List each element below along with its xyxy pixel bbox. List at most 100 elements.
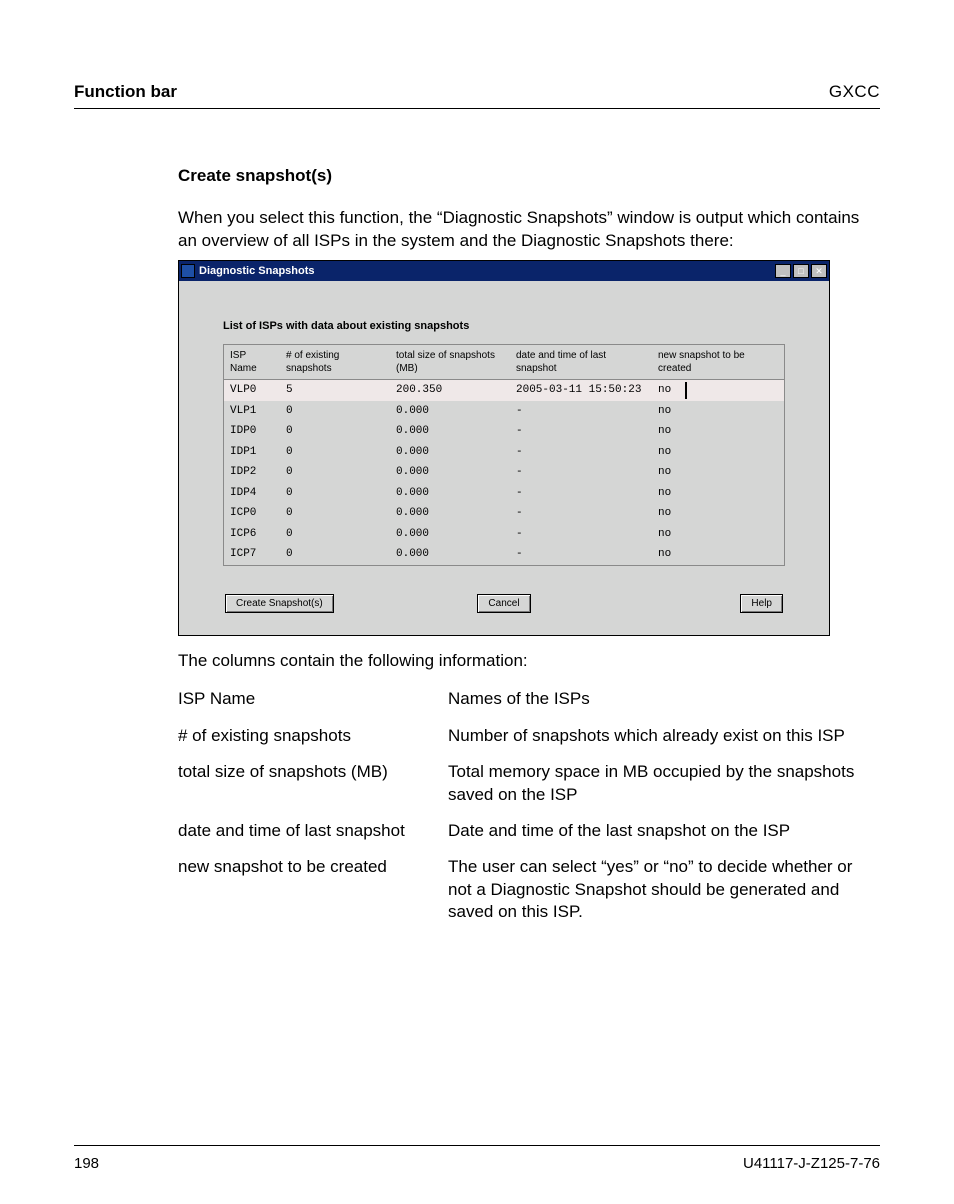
definition-description: Number of snapshots which already exist … (448, 725, 880, 747)
col-new: new snapshot to be created (652, 345, 784, 380)
cell-total-size: 0.000 (390, 401, 510, 422)
footer-rule (74, 1145, 880, 1146)
column-definitions: ISP NameNames of the ISPs# of existing s… (178, 688, 880, 924)
table-row[interactable]: IDP400.000-no (224, 483, 784, 504)
window-sysmenu-icon[interactable] (181, 264, 195, 278)
table-row[interactable]: VLP05200.3502005-03-11 15:50:23no (224, 380, 784, 401)
cell-existing-count: 0 (280, 544, 390, 565)
cell-new-snapshot-pad (686, 421, 784, 442)
columns-intro: The columns contain the following inform… (178, 650, 880, 672)
definition-row: date and time of last snapshotDate and t… (178, 820, 880, 842)
cell-isp-name: IDP4 (224, 483, 280, 504)
cell-existing-count: 0 (280, 442, 390, 463)
cell-last-datetime: - (510, 503, 652, 524)
table-row[interactable]: ICP000.000-no (224, 503, 784, 524)
running-head-right: GXCC (829, 82, 880, 102)
close-button[interactable]: ✕ (811, 264, 827, 278)
cell-total-size: 0.000 (390, 524, 510, 545)
cell-existing-count: 0 (280, 421, 390, 442)
cell-total-size: 0.000 (390, 503, 510, 524)
isp-table: ISP Name # of existing snapshots total s… (223, 344, 785, 566)
cell-last-datetime: - (510, 462, 652, 483)
table-row[interactable]: ICP700.000-no (224, 544, 784, 565)
cell-new-snapshot-pad (686, 524, 784, 545)
definition-description: Names of the ISPs (448, 688, 880, 710)
help-button[interactable]: Help (740, 594, 783, 613)
cell-new-snapshot-pad (686, 380, 784, 401)
maximize-button[interactable]: □ (793, 264, 809, 278)
table-row[interactable]: IDP000.000-no (224, 421, 784, 442)
cell-new-snapshot-pad (686, 544, 784, 565)
cell-new-snapshot[interactable]: no (652, 401, 686, 422)
cell-new-snapshot-pad (686, 462, 784, 483)
cell-total-size: 0.000 (390, 462, 510, 483)
cell-existing-count: 0 (280, 483, 390, 504)
table-row[interactable]: IDP200.000-no (224, 462, 784, 483)
cell-new-snapshot-pad (686, 401, 784, 422)
cell-isp-name: IDP1 (224, 442, 280, 463)
definition-row: total size of snapshots (MB)Total memory… (178, 761, 880, 806)
cell-isp-name: IDP0 (224, 421, 280, 442)
cell-new-snapshot[interactable]: no (652, 544, 686, 565)
cancel-button[interactable]: Cancel (477, 594, 530, 613)
minimize-button[interactable]: _ (775, 264, 791, 278)
cell-last-datetime: - (510, 524, 652, 545)
page-number: 198 (74, 1155, 99, 1172)
create-snapshot-button[interactable]: Create Snapshot(s) (225, 594, 334, 613)
cell-existing-count: 0 (280, 524, 390, 545)
cell-new-snapshot[interactable]: no (652, 503, 686, 524)
definition-term: # of existing snapshots (178, 725, 448, 747)
definition-term: ISP Name (178, 688, 448, 710)
cell-new-snapshot-pad (686, 483, 784, 504)
cell-isp-name: ICP0 (224, 503, 280, 524)
cell-new-snapshot[interactable]: no (652, 442, 686, 463)
section-title: Create snapshot(s) (178, 165, 880, 187)
col-existing: # of existing snapshots (280, 345, 390, 380)
header-rule (74, 108, 880, 109)
cell-isp-name: VLP0 (224, 380, 280, 401)
cell-new-snapshot[interactable]: no (652, 380, 686, 401)
definition-row: ISP NameNames of the ISPs (178, 688, 880, 710)
cell-new-snapshot[interactable]: no (652, 483, 686, 504)
running-head-left: Function bar (74, 82, 177, 102)
cell-existing-count: 0 (280, 401, 390, 422)
cell-last-datetime: - (510, 544, 652, 565)
cell-isp-name: ICP7 (224, 544, 280, 565)
definition-term: date and time of last snapshot (178, 820, 448, 842)
cell-last-datetime: - (510, 401, 652, 422)
doc-id: U41117-J-Z125-7-76 (743, 1155, 880, 1172)
definition-term: new snapshot to be created (178, 856, 448, 923)
cell-existing-count: 5 (280, 380, 390, 401)
cell-total-size: 0.000 (390, 483, 510, 504)
cell-last-datetime: - (510, 442, 652, 463)
intro-paragraph: When you select this function, the “Diag… (178, 207, 880, 252)
definition-description: The user can select “yes” or “no” to dec… (448, 856, 880, 923)
col-datetime: date and time of last snapshot (510, 345, 652, 380)
col-isp-name: ISP Name (224, 345, 280, 380)
cell-new-snapshot-pad (686, 503, 784, 524)
cell-new-snapshot[interactable]: no (652, 462, 686, 483)
cell-total-size: 0.000 (390, 421, 510, 442)
definition-row: new snapshot to be createdThe user can s… (178, 856, 880, 923)
titlebar: Diagnostic Snapshots _ □ ✕ (179, 261, 829, 281)
cell-last-datetime: 2005-03-11 15:50:23 (510, 380, 652, 401)
cell-total-size: 0.000 (390, 442, 510, 463)
cell-last-datetime: - (510, 483, 652, 504)
cell-existing-count: 0 (280, 503, 390, 524)
table-row[interactable]: ICP600.000-no (224, 524, 784, 545)
definition-description: Date and time of the last snapshot on th… (448, 820, 880, 842)
definition-term: total size of snapshots (MB) (178, 761, 448, 806)
window-title: Diagnostic Snapshots (199, 264, 775, 279)
cell-last-datetime: - (510, 421, 652, 442)
cell-total-size: 200.350 (390, 380, 510, 401)
table-row[interactable]: IDP100.000-no (224, 442, 784, 463)
cell-existing-count: 0 (280, 462, 390, 483)
cell-total-size: 0.000 (390, 544, 510, 565)
cell-new-snapshot[interactable]: no (652, 524, 686, 545)
cell-isp-name: IDP2 (224, 462, 280, 483)
diagnostic-snapshots-window: Diagnostic Snapshots _ □ ✕ List of ISPs … (178, 260, 830, 636)
table-row[interactable]: VLP100.000-no (224, 401, 784, 422)
col-size: total size of snapshots (MB) (390, 345, 510, 380)
definition-description: Total memory space in MB occupied by the… (448, 761, 880, 806)
cell-new-snapshot[interactable]: no (652, 421, 686, 442)
